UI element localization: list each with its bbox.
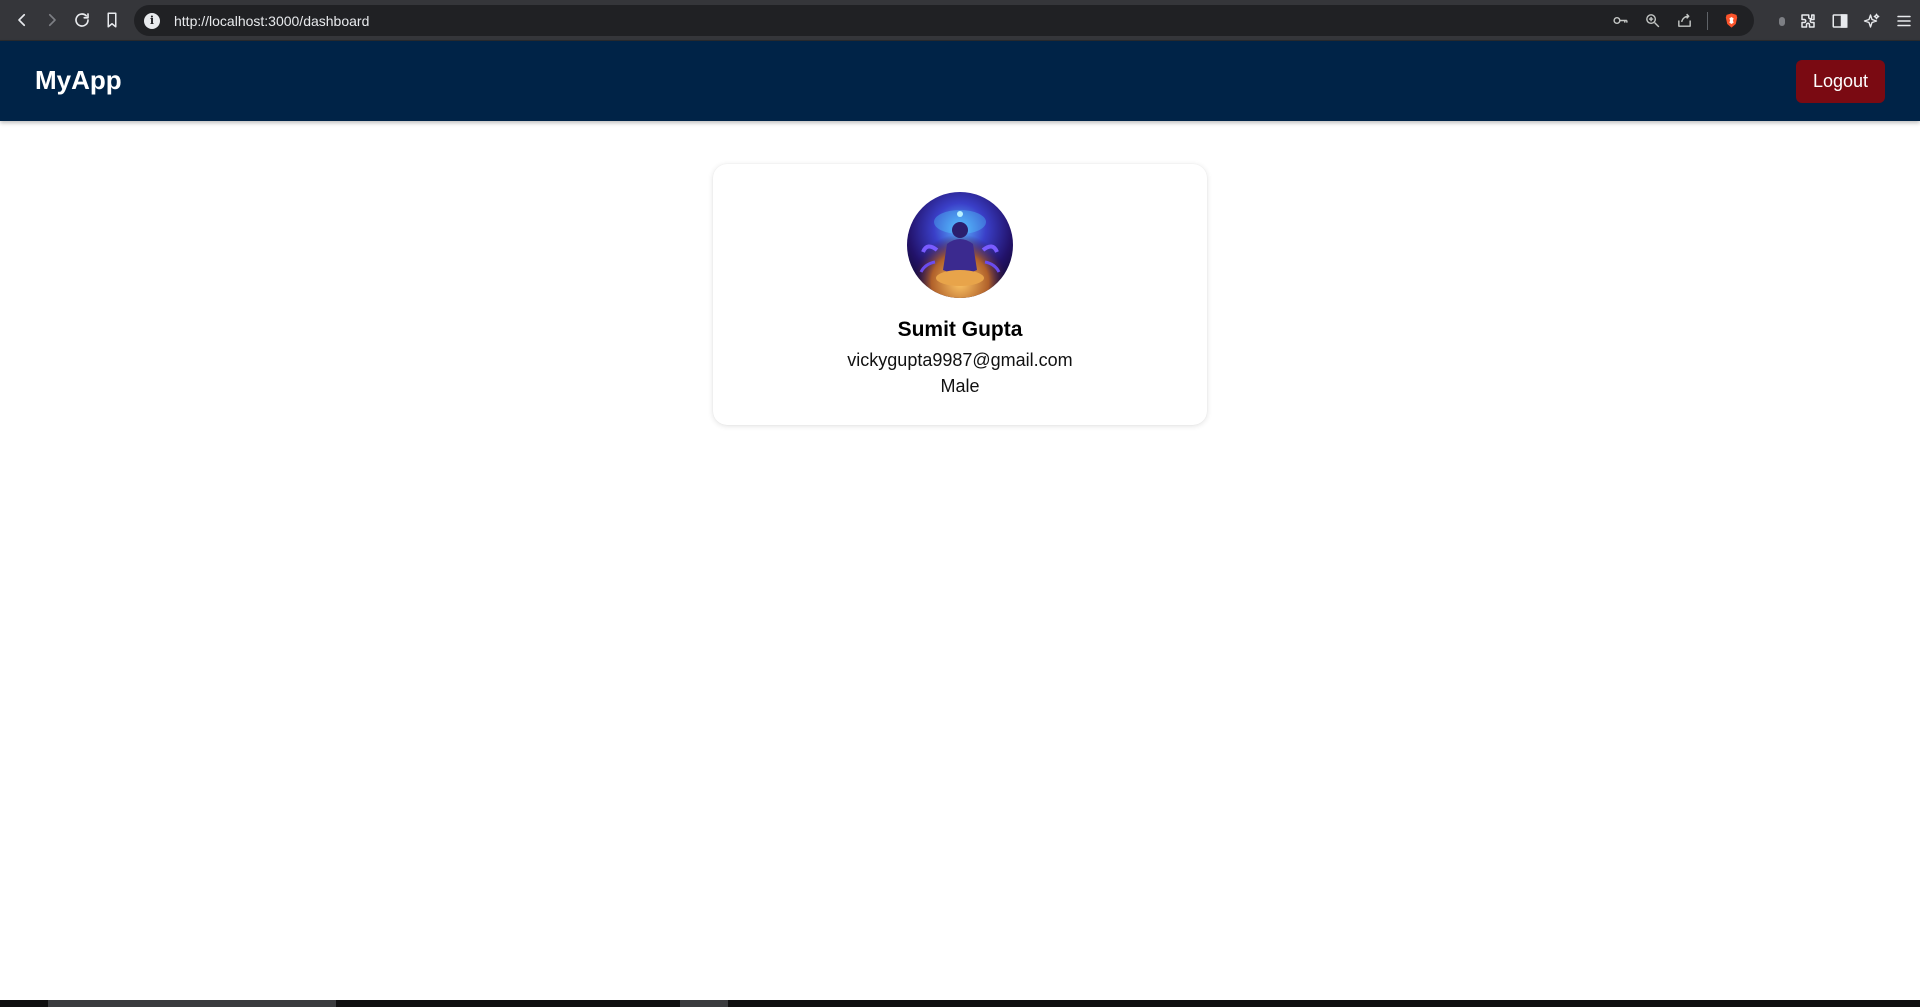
bookmark-button[interactable]: [97, 5, 127, 35]
address-divider: [1707, 11, 1708, 30]
address-bar-actions: [1611, 5, 1740, 36]
profile-gender: Male: [940, 376, 980, 396]
address-bar[interactable]: i http://localhost:3000/dashboard: [134, 5, 1754, 36]
forward-button[interactable]: [37, 5, 67, 35]
browser-right-actions: [1778, 5, 1914, 36]
avatar: [907, 192, 1013, 298]
leo-ai-icon[interactable]: [1862, 11, 1882, 31]
wallet-dot-icon[interactable]: [1778, 11, 1786, 31]
bottom-thumb-mid: [680, 1000, 728, 1007]
avatar-image: [907, 192, 1013, 298]
profile-card: Sumit Gupta vickygupta9987@gmail.com Mal…: [713, 164, 1207, 425]
reload-button[interactable]: [67, 5, 97, 35]
url-text[interactable]: http://localhost:3000/dashboard: [174, 13, 369, 29]
brand-logo[interactable]: MyApp: [35, 65, 122, 96]
back-arrow-icon: [18, 13, 26, 27]
logout-button[interactable]: Logout: [1795, 60, 1885, 103]
hamburger-menu-icon[interactable]: [1894, 11, 1914, 31]
brave-shield-icon[interactable]: [1722, 12, 1740, 30]
zoom-icon[interactable]: [1643, 12, 1661, 30]
bottom-strip: [0, 1000, 1920, 1007]
site-info-icon[interactable]: i: [144, 12, 160, 29]
share-icon[interactable]: [1675, 12, 1693, 30]
browser-toolbar: i http://localhost:3000/dashboard: [0, 0, 1920, 41]
reload-icon: [75, 13, 89, 27]
app-navbar: MyApp Logout: [0, 41, 1920, 121]
forward-arrow-icon: [48, 13, 56, 27]
bottom-thumb-left: [48, 1000, 336, 1007]
back-button[interactable]: [7, 5, 37, 35]
profile-name: Sumit Gupta: [897, 318, 1023, 341]
key-icon[interactable]: [1611, 12, 1629, 30]
profile-email: vickygupta9987@gmail.com: [847, 350, 1073, 370]
extensions-icon[interactable]: [1798, 11, 1818, 31]
browser-nav-group: [7, 5, 127, 35]
sidebar-icon[interactable]: [1830, 11, 1850, 31]
bookmark-icon: [107, 12, 117, 28]
